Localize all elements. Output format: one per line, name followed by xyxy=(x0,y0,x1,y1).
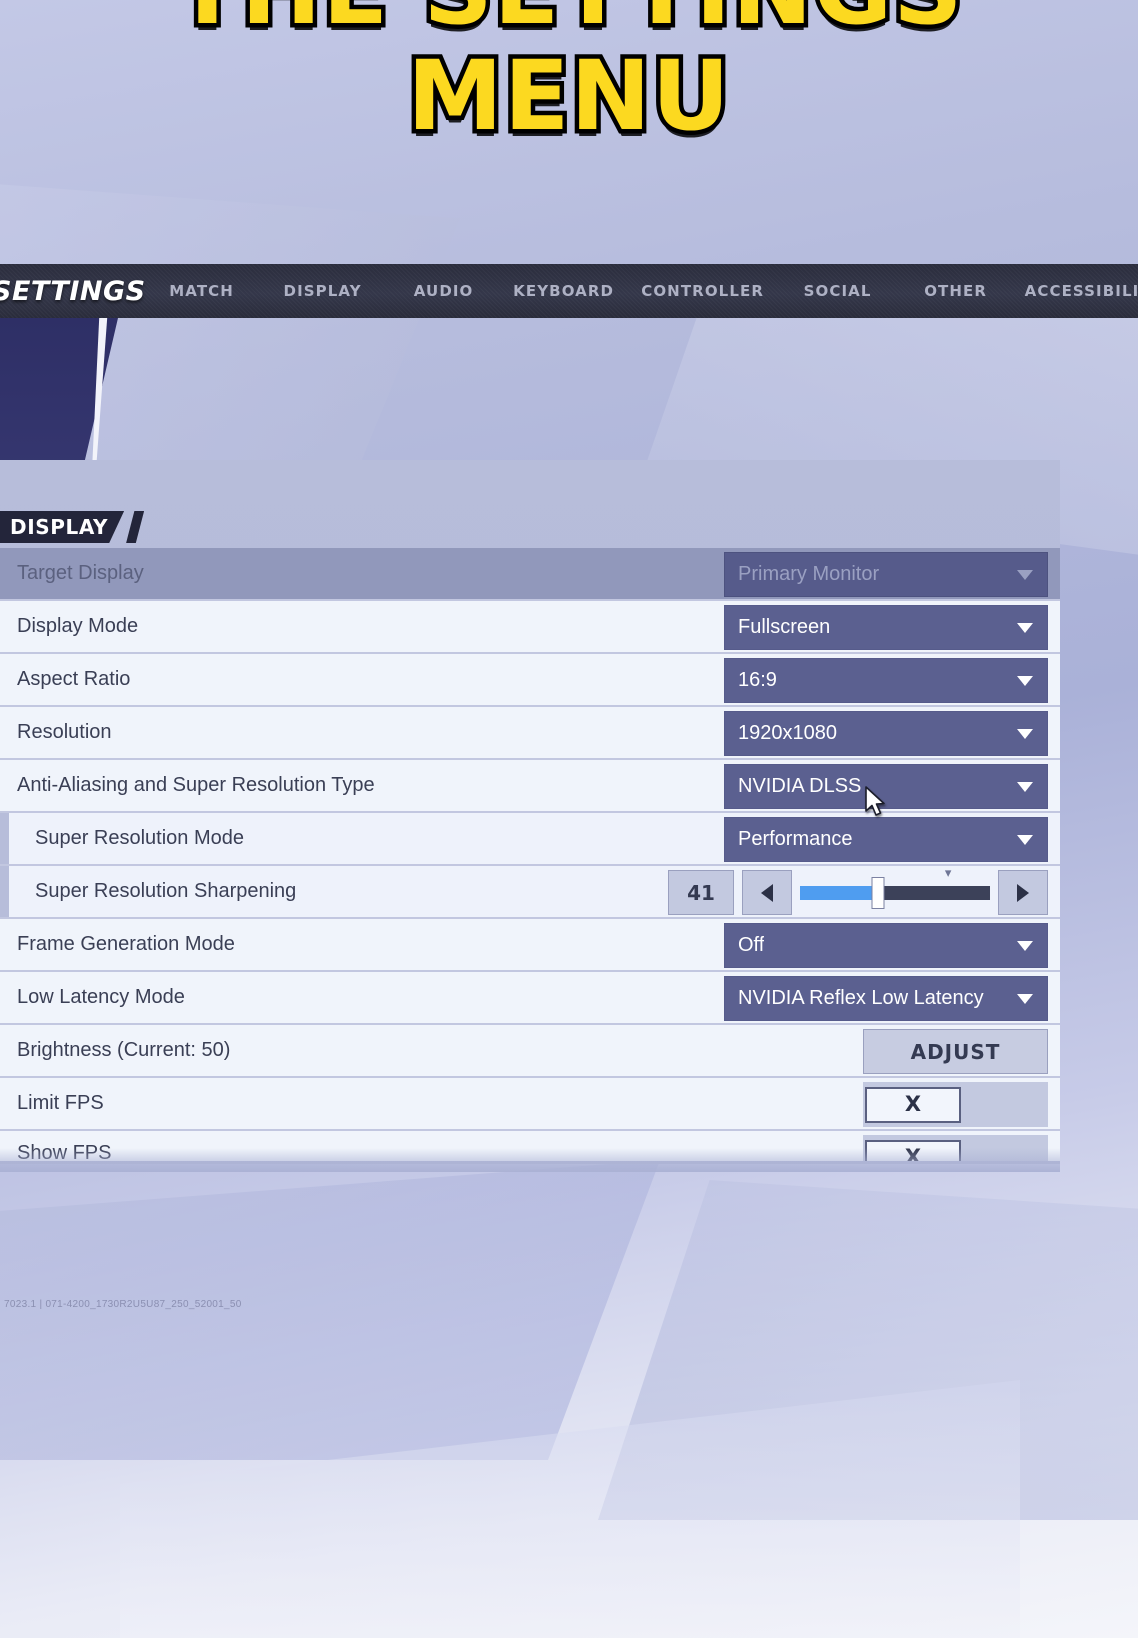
control-brightness: ADJUST xyxy=(863,1028,1048,1075)
tab-keyboard[interactable]: KEYBOARD xyxy=(500,282,628,300)
chevron-down-icon xyxy=(1017,569,1033,580)
chevron-down-icon xyxy=(1017,675,1033,686)
tab-other[interactable]: OTHER xyxy=(898,282,1014,300)
sharpening-thumb[interactable] xyxy=(871,876,885,909)
footer-watermark: 7023.1 | 071-4200_1730R2U5U87_250_52001_… xyxy=(4,1299,242,1310)
dropdown-value-display-mode: Fullscreen xyxy=(738,616,831,638)
chevron-down-icon xyxy=(1017,834,1033,845)
caption-line-2: MENU xyxy=(403,40,734,152)
dropdown-value-super-resolution-mode: Performance xyxy=(738,828,853,850)
row-limit-fps[interactable]: Limit FPS X xyxy=(0,1078,1060,1131)
sharpening-track[interactable]: ▾ xyxy=(800,866,990,909)
checkbox-x-icon: X xyxy=(904,1145,922,1162)
navbar-tabs: MATCH DISPLAY AUDIO KEYBOARD CONTROLLER … xyxy=(146,264,1138,318)
sharpening-increment-button[interactable] xyxy=(998,870,1048,915)
control-frame-generation-mode: Off xyxy=(724,922,1048,969)
sharpening-track-wrapper[interactable]: ▾ xyxy=(800,866,990,915)
triangle-left-icon xyxy=(761,883,773,902)
control-target-display: Primary Monitor xyxy=(724,551,1048,598)
dropdown-value-frame-generation-mode: Off xyxy=(738,934,765,956)
settings-rows: Target Display Primary Monitor Display M… xyxy=(0,548,1060,1161)
background-facet-3 xyxy=(0,1160,660,1460)
tab-accessibility[interactable]: ACCESSIBILITY xyxy=(1014,282,1138,300)
tab-controller[interactable]: CONTROLLER xyxy=(628,282,778,300)
show-fps-checkbox-wrap: X xyxy=(863,1135,1048,1161)
settings-navbar: SETTINGS MATCH DISPLAY AUDIO KEYBOARD CO… xyxy=(0,264,1138,318)
section-header-label: DISPLAY xyxy=(10,515,109,539)
row-resolution[interactable]: Resolution 1920x1080 xyxy=(0,707,1060,760)
display-settings-panel: DISPLAY Target Display Primary Monitor D… xyxy=(0,460,1060,1164)
control-display-mode: Fullscreen xyxy=(724,604,1048,651)
chevron-down-icon xyxy=(1017,622,1033,633)
dropdown-value-target-display: Primary Monitor xyxy=(738,563,880,585)
tab-social[interactable]: SOCIAL xyxy=(778,282,898,300)
row-super-resolution-mode[interactable]: Super Resolution Mode Performance xyxy=(0,813,1060,866)
screen-root: THE SETTINGS MENU SETTINGS MATCH DISPLAY… xyxy=(0,0,1138,1638)
row-frame-generation-mode[interactable]: Frame Generation Mode Off xyxy=(0,919,1060,972)
chevron-down-icon xyxy=(1017,728,1033,739)
control-anti-aliasing-type: NVIDIA DLSS xyxy=(724,763,1048,810)
control-show-fps: X xyxy=(863,1134,1048,1161)
dropdown-value-resolution: 1920x1080 xyxy=(738,722,837,744)
show-fps-checkbox[interactable]: X xyxy=(865,1139,961,1162)
video-caption-overlay: THE SETTINGS MENU xyxy=(0,0,1138,152)
brightness-adjust-button[interactable]: ADJUST xyxy=(863,1029,1048,1074)
control-super-resolution-sharpening: 41 ▾ xyxy=(668,866,1048,916)
tab-match[interactable]: MATCH xyxy=(146,282,258,300)
control-super-resolution-mode: Performance xyxy=(724,816,1048,863)
section-header-slash-icon xyxy=(126,511,145,543)
control-resolution: 1920x1080 xyxy=(724,710,1048,757)
sharpening-value-box[interactable]: 41 xyxy=(668,870,734,915)
row-anti-aliasing-type[interactable]: Anti-Aliasing and Super Resolution Type … xyxy=(0,760,1060,813)
dropdown-low-latency-mode[interactable]: NVIDIA Reflex Low Latency xyxy=(724,976,1048,1021)
sharpening-default-marker-icon: ▾ xyxy=(944,864,952,880)
caption-line-1: THE SETTINGS xyxy=(0,0,1138,43)
control-aspect-ratio: 16:9 xyxy=(724,657,1048,704)
row-super-resolution-sharpening[interactable]: Super Resolution Sharpening 41 ▾ xyxy=(0,866,1060,919)
dropdown-resolution[interactable]: 1920x1080 xyxy=(724,711,1048,756)
navbar-brand-label: SETTINGS xyxy=(0,275,146,307)
dropdown-value-anti-aliasing-type: NVIDIA DLSS xyxy=(738,775,862,797)
control-low-latency-mode: NVIDIA Reflex Low Latency xyxy=(724,975,1048,1022)
row-aspect-ratio[interactable]: Aspect Ratio 16:9 xyxy=(0,654,1060,707)
limit-fps-checkbox[interactable]: X xyxy=(865,1086,961,1123)
row-display-mode[interactable]: Display Mode Fullscreen xyxy=(0,601,1060,654)
dropdown-display-mode[interactable]: Fullscreen xyxy=(724,605,1048,650)
dropdown-frame-generation-mode[interactable]: Off xyxy=(724,923,1048,968)
section-header-badge: DISPLAY xyxy=(0,511,125,543)
background-facet-4 xyxy=(598,1180,1138,1520)
dropdown-value-aspect-ratio: 16:9 xyxy=(738,669,777,691)
tab-display[interactable]: DISPLAY xyxy=(258,282,388,300)
dropdown-super-resolution-mode[interactable]: Performance xyxy=(724,817,1048,862)
chevron-down-icon xyxy=(1017,940,1033,951)
dropdown-target-display: Primary Monitor xyxy=(724,552,1048,597)
navbar-brand: SETTINGS xyxy=(0,264,146,318)
tab-audio[interactable]: AUDIO xyxy=(388,282,500,300)
control-limit-fps: X xyxy=(863,1081,1048,1128)
row-show-fps[interactable]: Show FPS X xyxy=(0,1131,1060,1161)
row-brightness[interactable]: Brightness (Current: 50) ADJUST xyxy=(0,1025,1060,1078)
sharpening-slider-group: 41 ▾ xyxy=(668,866,1048,915)
dropdown-aspect-ratio[interactable]: 16:9 xyxy=(724,658,1048,703)
checkbox-x-icon: X xyxy=(904,1092,922,1116)
brightness-adjust-label: ADJUST xyxy=(910,1039,1001,1064)
chevron-down-icon xyxy=(1017,993,1033,1004)
dropdown-anti-aliasing-type[interactable]: NVIDIA DLSS xyxy=(724,764,1048,809)
sharpening-decrement-button[interactable] xyxy=(742,870,792,915)
chevron-down-icon xyxy=(1017,781,1033,792)
triangle-right-icon xyxy=(1017,883,1029,902)
row-target-display: Target Display Primary Monitor xyxy=(0,548,1060,601)
sharpening-track-fill xyxy=(800,885,878,900)
row-low-latency-mode[interactable]: Low Latency Mode NVIDIA Reflex Low Laten… xyxy=(0,972,1060,1025)
limit-fps-checkbox-wrap: X xyxy=(863,1082,1048,1127)
dropdown-value-low-latency-mode: NVIDIA Reflex Low Latency xyxy=(738,987,984,1009)
section-header-display: DISPLAY xyxy=(0,511,145,543)
background-facet-5 xyxy=(120,1380,1020,1638)
